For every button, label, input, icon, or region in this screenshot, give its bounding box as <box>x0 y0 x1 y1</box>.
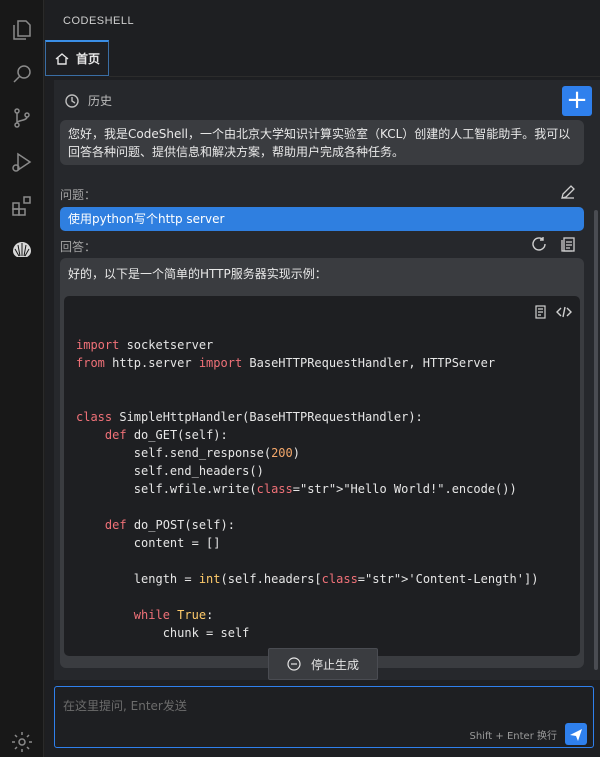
input-hint: Shift + Enter 换行 <box>469 731 558 742</box>
edit-icon[interactable] <box>559 183 577 201</box>
stop-icon <box>287 657 301 671</box>
explorer-icon[interactable] <box>8 16 36 44</box>
input-placeholder: 在这里提问, Enter发送 <box>63 699 187 713</box>
history-label: 历史 <box>88 94 113 108</box>
regenerate-icon[interactable] <box>530 235 548 253</box>
answer-label: 回答： <box>60 240 97 254</box>
history-button[interactable]: 历史 <box>64 92 112 109</box>
code-line: self.end_headers() <box>76 464 264 478</box>
new-chat-button[interactable]: + <box>562 86 592 116</box>
question-input[interactable]: 在这里提问, Enter发送 Shift + Enter 换行 <box>54 686 594 748</box>
tab-home-label: 首页 <box>76 52 101 66</box>
run-debug-icon[interactable] <box>8 148 36 176</box>
chat-scrollbar[interactable] <box>594 210 598 670</box>
source-control-icon[interactable] <box>8 104 36 132</box>
code-line: while True: <box>133 608 214 622</box>
code-line: def do_POST(self): <box>104 518 235 532</box>
code-line: def do_GET(self): <box>104 428 228 442</box>
code-line: content = [] <box>76 536 221 550</box>
tab-home[interactable]: 首页 <box>45 40 109 76</box>
stop-generating-button[interactable]: 停止生成 <box>268 648 378 680</box>
question-bubble: 使用python写个http server <box>60 207 584 231</box>
answer-intro: 好的，以下是一个简单的HTTP服务器实现示例： <box>68 267 327 281</box>
code-line: length = int(self.headers[class="str">'C… <box>76 572 539 586</box>
answer-bubble: 好的，以下是一个简单的HTTP服务器实现示例： import socketser… <box>60 258 584 668</box>
question-label: 问题： <box>60 188 97 202</box>
history-icon <box>64 93 80 109</box>
insert-code-icon[interactable] <box>556 304 572 320</box>
code-line: class SimpleHttpHandler(BaseHTTPRequestH… <box>76 410 423 424</box>
tab-divider <box>109 76 600 77</box>
copy-answer-icon[interactable] <box>559 235 577 253</box>
code-content: import socketserver from http.server impo… <box>76 336 538 642</box>
code-toolbar <box>532 304 572 320</box>
codeshell-panel: CODESHELL 首页 历史 + 您好，我是CodeShell，一个由北京大学… <box>45 0 600 757</box>
welcome-message: 您好，我是CodeShell，一个由北京大学知识计算实验室（KCL）创建的人工智… <box>60 120 584 165</box>
send-icon <box>569 727 583 741</box>
code-line: from http.server import BaseHTTPRequestH… <box>76 356 496 370</box>
send-button[interactable] <box>565 723 587 745</box>
code-line: self.wfile.write(class="str">"Hello Worl… <box>76 482 517 496</box>
code-block: import socketserver from http.server impo… <box>64 296 580 656</box>
chat-area: 历史 + 您好，我是CodeShell，一个由北京大学知识计算实验室（KCL）创… <box>54 80 600 680</box>
stop-generating-label: 停止生成 <box>310 657 359 672</box>
code-line: chunk = self <box>76 626 250 640</box>
panel-title: CODESHELL <box>63 15 135 27</box>
home-icon <box>54 51 70 67</box>
copy-code-icon[interactable] <box>532 304 548 320</box>
code-line: import socketserver <box>76 338 214 352</box>
settings-gear-icon[interactable] <box>8 728 36 756</box>
search-icon[interactable] <box>8 60 36 88</box>
codeshell-icon[interactable] <box>8 236 36 264</box>
code-line: self.send_response(200) <box>76 446 300 460</box>
extensions-icon[interactable] <box>8 192 36 220</box>
activity-bar <box>0 0 44 757</box>
